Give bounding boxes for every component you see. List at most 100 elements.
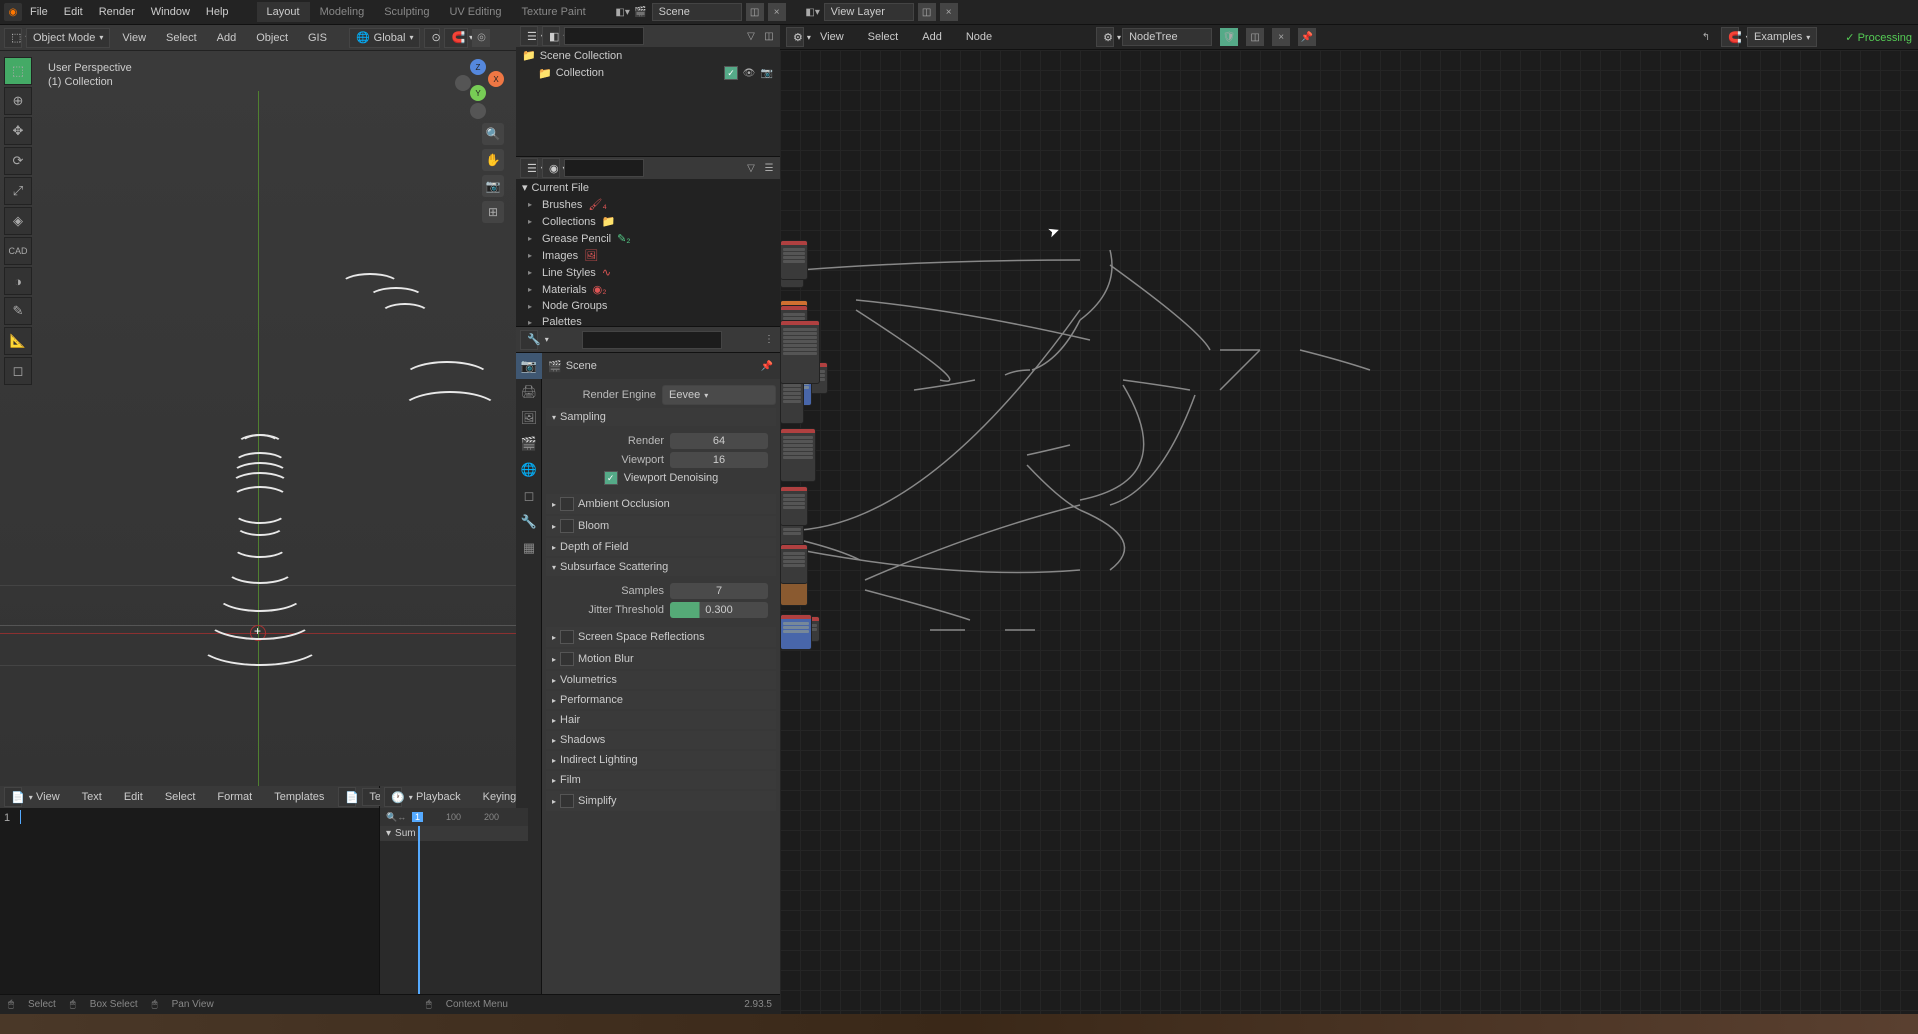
menu-render[interactable]: Render [91,2,143,22]
outliner-collection[interactable]: 📁 Collection 👁 📷 [516,64,780,82]
fb-type-dropdown[interactable]: ☰ [520,158,538,178]
tool-ruler[interactable]: 📐 [4,327,32,355]
fb-linestyles[interactable]: Line Styles∿ [516,264,780,281]
panel-motionblur[interactable]: Motion Blur [546,649,776,669]
panel-bloom[interactable]: Bloom [546,516,776,536]
new-collection-icon[interactable]: ◫ [762,29,776,43]
search-toggle-icon[interactable]: 🔍↔ [386,812,406,823]
props-search[interactable] [582,331,722,349]
fb-grease[interactable]: Grease Pencil✎₂ [516,230,780,247]
viewlayer-new-button[interactable]: ◫ [918,3,936,21]
tool-cursor[interactable]: ⊕ [4,87,32,115]
outliner-type-dropdown[interactable]: ☰ [520,26,538,46]
viewport-gis[interactable]: GIS [300,28,335,48]
panel-ambient[interactable]: Ambient Occlusion [546,494,776,514]
nav-gizmo[interactable]: X Y Z [452,59,508,115]
outliner-mode-dropdown[interactable]: ◧ [542,26,560,46]
panel-simplify[interactable]: Simplify [546,791,776,811]
node-blue-2[interactable] [780,614,812,650]
props-editor-type-dropdown[interactable]: 🔧 [520,330,538,350]
te-edit[interactable]: Edit [116,787,151,807]
fb-search[interactable] [564,159,644,177]
panel-performance[interactable]: Performance [546,691,776,709]
axis-z-icon[interactable]: Z [470,59,486,75]
outliner-search[interactable] [564,27,644,45]
panel-dof[interactable]: Depth of Field [546,538,776,556]
ws-texture-paint[interactable]: Texture Paint [511,2,595,22]
nodetree-new-button[interactable]: ◫ [1246,28,1264,46]
panel-volumetrics[interactable]: Volumetrics [546,671,776,689]
ws-sculpting[interactable]: Sculpting [374,2,439,22]
eye-icon[interactable]: 👁 [742,66,756,80]
node-g[interactable] [780,486,808,526]
fb-mode-dropdown[interactable]: ◉ [542,158,560,178]
viewport-denoise-checkbox[interactable] [604,471,618,485]
nodetree-pin-button[interactable]: 📌 [1298,28,1316,46]
ds-playback[interactable]: Playback [408,787,469,807]
props-options-icon[interactable]: ⋮ [762,333,776,347]
tool-scale[interactable]: ⤢ [4,177,32,205]
te-view[interactable]: View [28,787,68,807]
te-select[interactable]: Select [157,787,204,807]
node-view[interactable]: View [812,27,852,47]
viewport-samples-value[interactable]: 16 [670,452,768,468]
panel-indirect[interactable]: Indirect Lighting [546,751,776,769]
prop-tab-viewlayer[interactable]: 🖼 [516,405,542,431]
node-canvas[interactable]: ➤ [780,50,1918,1014]
collection-checkbox[interactable] [724,66,738,80]
ws-modeling[interactable]: Modeling [310,2,375,22]
nodetree-name-input[interactable] [1122,28,1212,46]
fb-collections[interactable]: Collections📁 [516,213,780,230]
prop-tab-texture[interactable]: ▦ [516,535,542,561]
panel-shadows[interactable]: Shadows [546,731,776,749]
tool-pencil[interactable]: ✎ [4,297,32,325]
prop-tab-output[interactable]: 🖨 [516,379,542,405]
viewlayer-name-input[interactable] [824,3,914,21]
node-n[interactable] [780,544,808,584]
tool-addcube[interactable]: ◻ [4,357,32,385]
fb-options-icon[interactable]: ☰ [762,161,776,175]
panel-sampling[interactable]: Sampling [546,408,776,426]
prop-tab-world[interactable]: 🌐 [516,457,542,483]
sss-samples-value[interactable]: 7 [670,583,768,599]
node-select[interactable]: Select [860,27,907,47]
node-j[interactable] [780,320,820,384]
tool-measure[interactable]: ◑ [4,267,32,295]
tool-rotate[interactable]: ⟳ [4,147,32,175]
panel-sss[interactable]: Subsurface Scattering [546,558,776,576]
examples-dropdown[interactable]: Examples [1747,27,1817,47]
tool-move[interactable]: ✥ [4,117,32,145]
viewport-view[interactable]: View [114,28,154,48]
scene-name-input[interactable] [652,3,742,21]
panel-ssr[interactable]: Screen Space Reflections [546,627,776,647]
ws-layout[interactable]: Layout [257,2,310,22]
zoom-icon[interactable]: 🔍 [482,123,504,145]
outliner-scene-collection[interactable]: 📁 Scene Collection [516,47,780,64]
node-f[interactable] [780,428,816,482]
scene-new-button[interactable]: ◫ [746,3,764,21]
menu-help[interactable]: Help [198,2,237,22]
viewlayer-browse-icon[interactable]: ◧▾ [806,5,820,19]
camera-icon[interactable]: 📷 [482,175,504,197]
fb-current-file[interactable]: ▾ Current File [516,179,780,196]
tool-transform[interactable]: ◈ [4,207,32,235]
scene-browse-icon[interactable]: ◧▾ [616,5,630,19]
current-frame[interactable]: 1 [412,812,423,822]
text-editor-type-dropdown[interactable]: 📄 [4,787,22,807]
fb-filter-icon[interactable]: ▽ [744,161,758,175]
viewport-select[interactable]: Select [158,28,205,48]
axis-neg2-icon[interactable] [470,103,486,119]
prop-tab-scene[interactable]: 🎬 [516,431,542,457]
prop-tab-modifiers[interactable]: 🔧 [516,509,542,535]
menu-file[interactable]: File [22,2,56,22]
menu-window[interactable]: Window [143,2,198,22]
te-templates[interactable]: Templates [266,787,332,807]
nodetree-shield-icon[interactable]: 🛡 [1220,28,1238,46]
te-text[interactable]: Text [74,787,110,807]
dopesheet-type-dropdown[interactable]: 🕐 [384,787,402,807]
panel-hair[interactable]: Hair [546,711,776,729]
proportional-toggle[interactable]: ◎ [472,29,490,47]
timeline-ruler[interactable]: 🔍↔ 1 100 200 [380,808,528,826]
axis-neg-icon[interactable] [455,75,471,91]
mode-dropdown[interactable]: Object Mode [26,28,110,48]
